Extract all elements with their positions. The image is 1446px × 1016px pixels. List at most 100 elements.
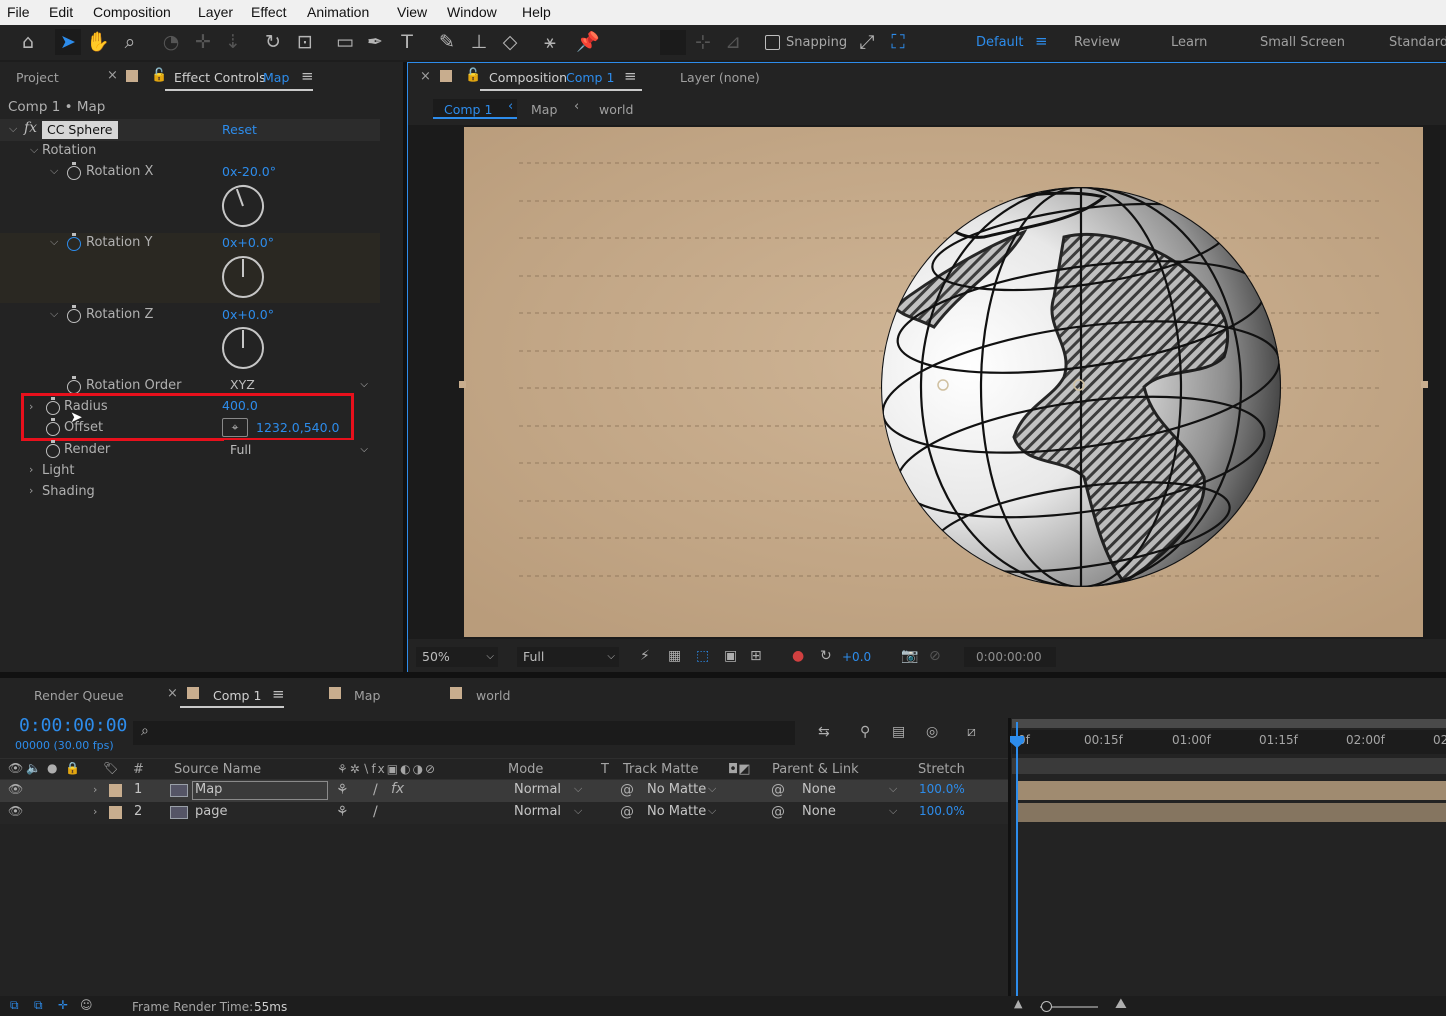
world-axis-icon[interactable]: ⊹ xyxy=(690,29,716,55)
fx-icon[interactable]: fx xyxy=(24,120,37,136)
matte-pickwhip-icon[interactable]: @ xyxy=(620,804,634,820)
chevron-right-icon[interactable]: › xyxy=(29,484,33,497)
chevron-down-icon[interactable]: ⌵ xyxy=(9,122,17,136)
render-time-icon[interactable]: ☺ xyxy=(80,998,93,1012)
layer-bar-2[interactable] xyxy=(1018,803,1446,822)
layer-switches-icon[interactable]: ⧉ xyxy=(10,998,19,1013)
tab-composition-name[interactable]: Comp 1 xyxy=(566,70,614,85)
col-source-name[interactable]: Source Name xyxy=(174,762,261,777)
layer-name[interactable]: page xyxy=(195,804,227,819)
menu-composition[interactable]: Composition xyxy=(93,4,171,20)
close-tab-icon[interactable]: × xyxy=(420,69,431,84)
rectangle-tool-icon[interactable]: ▭ xyxy=(332,29,358,55)
home-icon[interactable]: ⌂ xyxy=(15,29,41,55)
mask-visibility-icon[interactable]: ⬚ xyxy=(696,648,709,664)
rotate-tool-icon[interactable]: ↻ xyxy=(260,29,286,55)
eye-icon[interactable]: 👁 xyxy=(8,761,23,775)
chevron-down-icon[interactable]: ⌵ xyxy=(574,782,582,796)
rotation-y-dial[interactable] xyxy=(222,256,264,298)
layer-stretch[interactable]: 100.0% xyxy=(919,782,965,796)
rotation-z-dial[interactable] xyxy=(222,327,264,369)
view-axis-icon[interactable]: ⊿ xyxy=(720,29,746,55)
panel-menu-icon[interactable]: ≡ xyxy=(272,685,285,703)
dolly-camera-icon[interactable]: ⇣ xyxy=(220,29,246,55)
layer-track-matte[interactable]: No Matte xyxy=(647,782,706,797)
menu-effect[interactable]: Effect xyxy=(251,4,287,20)
chevron-down-icon[interactable]: ⌵ xyxy=(708,804,716,818)
tab-comp1[interactable]: Comp 1 xyxy=(213,688,261,703)
layer-row-1[interactable] xyxy=(0,780,1008,802)
stopwatch-icon[interactable] xyxy=(46,440,60,458)
stopwatch-icon[interactable] xyxy=(67,162,81,180)
light-label[interactable]: Light xyxy=(42,463,74,478)
chevron-down-icon[interactable]: ⌵ xyxy=(30,143,38,157)
eye-icon[interactable]: 👁 xyxy=(8,804,23,818)
tab-effect-controls[interactable]: Effect Controls xyxy=(174,70,266,85)
graph-editor-icon[interactable]: ⧄ xyxy=(967,724,976,740)
guides-icon[interactable]: ⊞ xyxy=(750,648,762,664)
shading-label[interactable]: Shading xyxy=(42,484,95,499)
show-snapshot-icon[interactable]: ⊘ xyxy=(929,648,941,664)
chevron-down-icon[interactable]: ⌵ xyxy=(889,804,897,818)
parent-pickwhip-icon[interactable]: @ xyxy=(771,804,785,820)
fast-preview-icon[interactable]: ⚡ xyxy=(640,648,650,664)
label-tag-icon[interactable]: 🏷 xyxy=(103,761,118,775)
crumb-world[interactable]: world xyxy=(599,102,633,117)
workspace-learn[interactable]: Learn xyxy=(1171,35,1207,50)
workspace-default[interactable]: Default xyxy=(976,35,1024,50)
chevron-down-icon[interactable]: ⌵ xyxy=(889,782,897,796)
playhead-line[interactable] xyxy=(1016,722,1018,996)
layer-mode[interactable]: Normal xyxy=(514,804,561,819)
layer-mode[interactable]: Normal xyxy=(514,782,561,797)
clone-stamp-icon[interactable]: ⊥ xyxy=(466,29,492,55)
rotation-x-value[interactable]: 0x-20.0° xyxy=(222,164,276,179)
audio-icon[interactable]: 🔈 xyxy=(26,761,41,775)
menu-view[interactable]: View xyxy=(397,4,427,20)
pan-camera-icon[interactable]: ✛ xyxy=(190,29,216,55)
region-of-interest-icon[interactable]: ▣ xyxy=(724,648,737,664)
rotation-z-value[interactable]: 0x+0.0° xyxy=(222,307,274,322)
snapshot-camera-icon[interactable]: 📷 xyxy=(901,648,918,664)
lock-icon[interactable]: 🔓 xyxy=(151,68,167,83)
menu-layer[interactable]: Layer xyxy=(198,4,233,20)
tab-layer[interactable]: Layer (none) xyxy=(680,70,760,85)
zoom-out-icon[interactable]: ▲ xyxy=(1014,997,1022,1010)
parent-pickwhip-icon[interactable]: @ xyxy=(771,782,785,798)
stopwatch-icon[interactable] xyxy=(67,376,81,394)
roto-brush-icon[interactable]: ⚹ xyxy=(537,29,563,55)
chevron-down-icon[interactable]: ⌵ xyxy=(50,164,58,178)
tab-map[interactable]: Map xyxy=(354,688,380,703)
pan-behind-icon[interactable]: ⊡ xyxy=(292,29,318,55)
rotation-y-value[interactable]: 0x+0.0° xyxy=(222,235,274,250)
close-tab-icon[interactable]: × xyxy=(107,68,118,83)
quality-switch-icon[interactable]: / xyxy=(373,782,378,798)
chevron-right-icon[interactable]: › xyxy=(93,805,97,818)
crumb-comp1[interactable]: Comp 1 xyxy=(444,102,492,117)
frame-blending-icon[interactable]: ▤ xyxy=(892,724,905,740)
layer-handle-right[interactable] xyxy=(1421,381,1428,388)
tab-render-queue[interactable]: Render Queue xyxy=(34,688,124,703)
stopwatch-icon[interactable] xyxy=(67,305,81,323)
matte-pickwhip-icon[interactable]: @ xyxy=(620,782,634,798)
composition-flowchart-icon[interactable]: ⇆ xyxy=(818,724,830,740)
panel-menu-icon[interactable]: ≡ xyxy=(624,67,637,85)
chevron-down-icon[interactable]: ⌵ xyxy=(50,235,58,249)
workspace-small-screen[interactable]: Small Screen xyxy=(1260,35,1345,50)
rotation-x-dial[interactable] xyxy=(216,179,270,233)
chevron-down-icon[interactable]: ⌵ xyxy=(574,804,582,818)
transfer-controls-icon[interactable]: ⧉ xyxy=(34,998,43,1013)
collapse-switch-icon[interactable]: ⚘ xyxy=(336,804,349,820)
tab-effect-controls-layer[interactable]: Map xyxy=(263,70,289,85)
lock-icon[interactable]: 🔒 xyxy=(65,761,80,775)
chevron-right-icon[interactable]: › xyxy=(29,463,33,476)
quality-switch-icon[interactable]: / xyxy=(373,804,378,820)
layer-label-color[interactable] xyxy=(109,806,122,819)
chevron-right-icon[interactable]: › xyxy=(93,783,97,796)
shy-layers-icon[interactable]: ⚲ xyxy=(860,724,870,740)
eye-icon[interactable]: 👁 xyxy=(8,782,23,796)
layer-row-2[interactable] xyxy=(0,802,1008,824)
composition-canvas[interactable] xyxy=(464,127,1423,637)
menu-file[interactable]: File xyxy=(7,4,30,20)
rotation-order-select[interactable]: XYZ ⌵ xyxy=(224,375,372,395)
timeline-zoom-knob[interactable] xyxy=(1041,1001,1052,1012)
